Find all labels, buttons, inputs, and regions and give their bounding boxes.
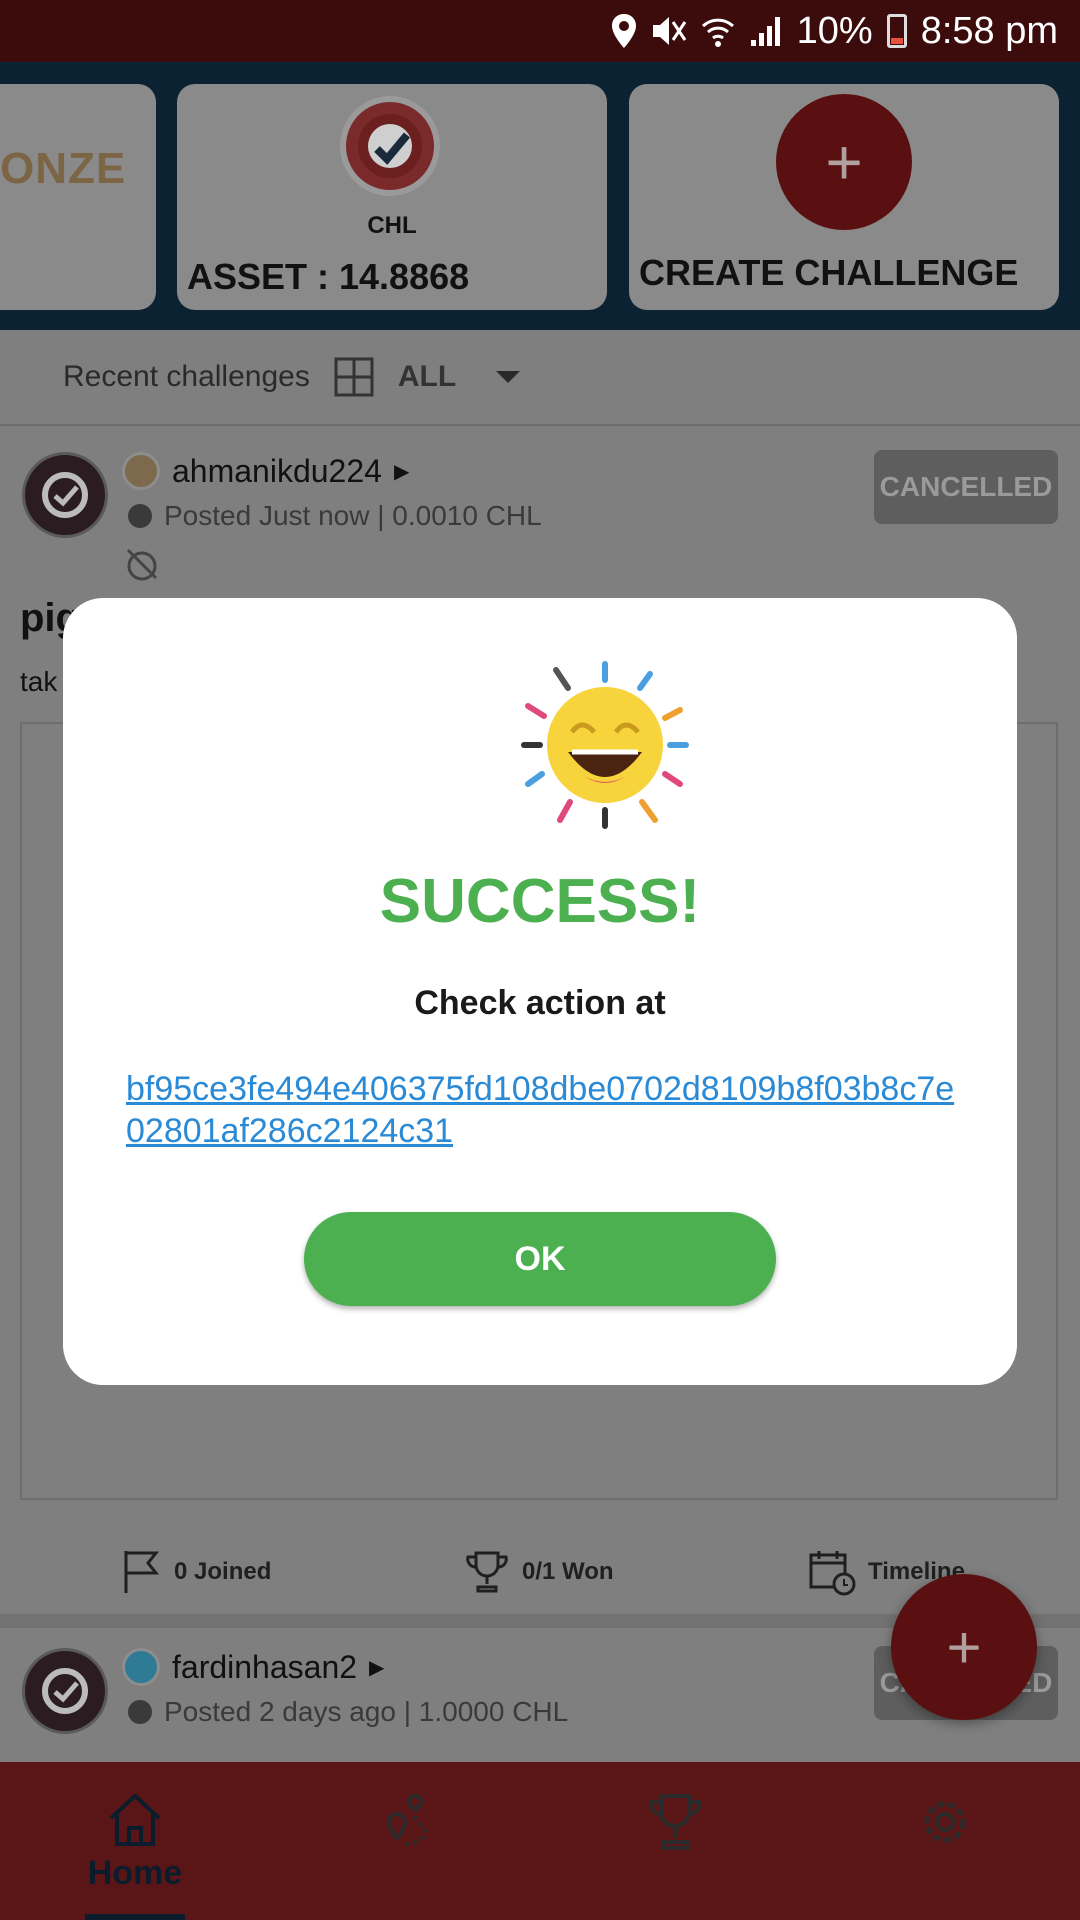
nav-home[interactable]: Home <box>0 1762 270 1920</box>
chevron-down-icon[interactable] <box>496 371 521 383</box>
chevron-right-icon: ▶ <box>393 460 410 483</box>
username[interactable]: fardinhasan2 <box>172 1649 357 1686</box>
chl-asset-card[interactable]: CHL ASSET : 14.8868 <box>177 84 607 310</box>
location-icon <box>611 14 636 48</box>
post-meta: Posted 2 days ago | 1.0000 CHL <box>164 1696 569 1727</box>
home-icon <box>109 1793 161 1846</box>
clock: 8:58 pm <box>920 9 1058 52</box>
signal-icon <box>750 17 780 46</box>
rank-badge-icon <box>122 1648 160 1686</box>
check-action-label: Check action at <box>414 984 666 1022</box>
post-description: tak <box>20 666 58 697</box>
avatar[interactable] <box>22 452 108 538</box>
post-meta-row: Posted 2 days ago | 1.0000 CHL <box>126 1696 568 1728</box>
filter-select[interactable]: ALL <box>398 360 456 394</box>
nav-trophy[interactable] <box>540 1762 810 1920</box>
post-meta-row: Posted Just now | 0.0010 CHL <box>126 500 542 532</box>
bronze-rank-card[interactable]: ONZE <box>0 84 156 310</box>
nav-route[interactable] <box>270 1762 540 1920</box>
grid-icon <box>334 357 374 397</box>
joined-stat[interactable]: 0 Joined <box>122 1549 271 1595</box>
calendar-clock-icon <box>809 1551 856 1596</box>
won-stat[interactable]: 0/1 Won <box>464 1549 614 1595</box>
chevron-right-icon: ▶ <box>369 1656 385 1679</box>
filter-row: Recent challenges ALL <box>0 330 1080 426</box>
battery-percent: 10% <box>796 9 873 52</box>
battery-icon <box>886 14 907 48</box>
joined-count: 0 Joined <box>174 1558 272 1585</box>
trophy-icon <box>648 1794 702 1850</box>
nav-settings[interactable] <box>810 1762 1080 1920</box>
create-challenge-card[interactable]: + CREATE CHALLENGE <box>629 84 1059 310</box>
mute-icon <box>652 17 686 45</box>
globe-icon <box>128 1700 152 1724</box>
bottom-nav: Home <box>0 1762 1080 1920</box>
rank-badge-icon <box>122 452 160 490</box>
post-user-row: ahmanikdu224 ▶ <box>122 452 409 490</box>
active-tab-indicator <box>85 1914 185 1920</box>
gear-icon <box>924 1801 966 1843</box>
avatar[interactable] <box>22 1648 108 1734</box>
status-bar: 10% 8:58 pm <box>0 0 1080 62</box>
laughing-emoji-icon <box>521 661 689 829</box>
wifi-icon <box>701 18 734 47</box>
timer-off-icon <box>126 548 158 581</box>
username[interactable]: ahmanikdu224 <box>172 453 382 490</box>
chl-code: CHL <box>367 212 417 239</box>
won-count: 0/1 Won <box>522 1558 614 1585</box>
post-meta: Posted Just now | 0.0010 CHL <box>164 500 542 531</box>
create-plus-icon: + <box>776 94 912 230</box>
header: ONZE CHL ASSET : 14.8868 + CREATE CHALLE… <box>0 62 1080 330</box>
nav-home-label: Home <box>87 1854 183 1892</box>
ok-button[interactable]: OK <box>304 1212 776 1306</box>
status-badge: CANCELLED <box>874 450 1058 524</box>
rank-label: ONZE <box>0 144 127 193</box>
create-challenge-label: CREATE CHALLENGE <box>639 252 1019 293</box>
asset-balance: ASSET : 14.8868 <box>187 256 470 297</box>
chl-logo-icon <box>340 96 440 196</box>
success-title: SUCCESS! <box>379 867 701 936</box>
transaction-hash-link[interactable]: bf95ce3fe494e406375fd108dbe0702d8109b8f0… <box>126 1068 956 1152</box>
recent-challenges-label: Recent challenges <box>63 360 310 393</box>
add-challenge-fab[interactable]: + <box>891 1574 1037 1720</box>
success-dialog: SUCCESS! Check action at bf95ce3fe494e40… <box>63 598 1017 1385</box>
route-icon <box>386 1794 428 1846</box>
flag-icon <box>124 1551 160 1593</box>
trophy-icon <box>466 1551 508 1593</box>
globe-icon <box>128 504 152 528</box>
post-user-row: fardinhasan2 ▶ <box>122 1648 384 1686</box>
